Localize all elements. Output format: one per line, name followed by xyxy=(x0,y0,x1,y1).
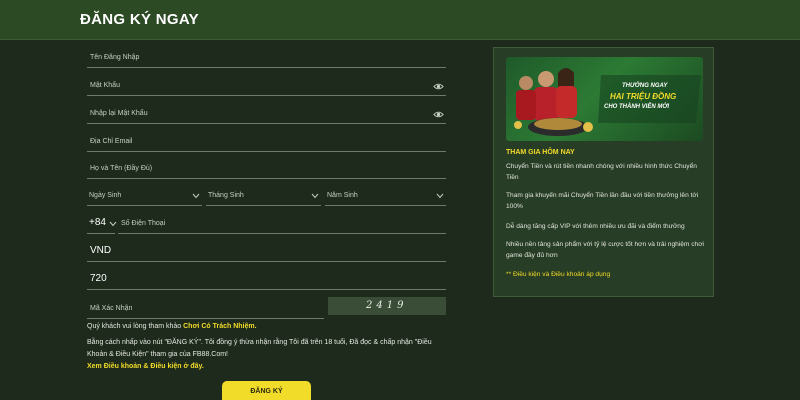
eye-icon[interactable] xyxy=(433,81,444,92)
country-code: +84 xyxy=(89,217,106,228)
chevron-down-icon xyxy=(192,193,200,199)
captcha-image: 2419 xyxy=(328,297,446,315)
terms-text-line1: Bằng cách nhấp vào nút "ĐĂNG KÝ". Tôi đồ… xyxy=(87,339,432,346)
birth-year-select[interactable]: Năm Sinh xyxy=(325,184,446,206)
confirm-password-placeholder: Nhập lại Mật Khẩu xyxy=(90,110,148,117)
email-input[interactable]: Địa Chỉ Email xyxy=(87,130,446,152)
birth-month-select[interactable]: Tháng Sinh xyxy=(206,184,321,206)
terms-note: Bằng cách nhấp vào nút "ĐĂNG KÝ". Tôi đồ… xyxy=(87,337,457,373)
banner-line1: THƯỞNG NGAY xyxy=(622,83,668,89)
currency-field[interactable]: VND xyxy=(87,240,446,262)
terms-text-line2: Khoản & Điều Kiện" tham gia của FB88.Com… xyxy=(87,351,229,358)
username-placeholder: Tên Đăng Nhập xyxy=(90,54,140,61)
password-input[interactable]: Mật Khẩu xyxy=(87,74,446,96)
code-field[interactable]: 720 xyxy=(87,268,446,290)
code-value: 720 xyxy=(90,273,107,284)
confirm-password-input[interactable]: Nhập lại Mật Khẩu xyxy=(87,102,446,124)
captcha-code: 2419 xyxy=(366,300,408,311)
page-title: ĐĂNG KÝ NGAY xyxy=(80,11,199,28)
birth-day-placeholder: Ngày Sinh xyxy=(89,192,122,199)
header-bar: ĐĂNG KÝ NGAY xyxy=(0,0,800,40)
terms-link[interactable]: Xem Điều khoản & Điều kiện ở đây. xyxy=(87,361,457,373)
promo-point-4: Nhiều nền tảng sản phẩm với tỷ lệ cược t… xyxy=(506,241,705,259)
email-placeholder: Địa Chỉ Email xyxy=(90,138,133,145)
responsible-note-text: Quý khách vui lòng tham khảo xyxy=(87,323,182,330)
promo-title: THAM GIA HÔM NAY xyxy=(506,149,575,156)
chevron-down-icon xyxy=(436,193,444,199)
password-placeholder: Mật Khẩu xyxy=(90,82,120,89)
fullname-placeholder: Họ và Tên (Đầy Đủ) xyxy=(90,165,153,172)
currency-value: VND xyxy=(90,245,112,256)
chevron-down-icon xyxy=(109,221,117,227)
promo-point-2: Tham gia khuyến mãi Chuyển Tiền lần đầu … xyxy=(506,192,699,210)
promo-panel: THƯỞNG NGAY HAI TRIỆU ĐỒNG CHO THÀNH VIÊ… xyxy=(493,47,714,297)
eye-icon[interactable] xyxy=(433,109,444,120)
responsible-note: Quý khách vui lòng tham khảo Chơi Có Trá… xyxy=(87,321,257,333)
register-button[interactable]: ĐĂNG KÝ xyxy=(222,381,311,400)
username-input[interactable]: Tên Đăng Nhập xyxy=(87,46,446,68)
country-code-select[interactable]: +84 xyxy=(87,212,117,234)
banner-line3: CHO THÀNH VIÊN MỚI xyxy=(604,104,670,110)
birth-year-placeholder: Năm Sinh xyxy=(327,192,358,199)
promo-point-1: Chuyển Tiền và rút tiền nhanh chóng với … xyxy=(506,163,697,181)
phone-placeholder: Số Điện Thoại xyxy=(121,220,166,227)
fullname-input[interactable]: Họ và Tên (Đầy Đủ) xyxy=(87,157,446,179)
phone-input[interactable]: Số Điện Thoại xyxy=(118,212,446,234)
chevron-down-icon xyxy=(311,193,319,199)
captcha-placeholder: Mã Xác Nhận xyxy=(90,305,133,312)
promo-banner: THƯỞNG NGAY HAI TRIỆU ĐỒNG CHO THÀNH VIÊ… xyxy=(506,57,703,141)
birth-day-select[interactable]: Ngày Sinh xyxy=(87,184,202,206)
banner-line2: HAI TRIỆU ĐỒNG xyxy=(610,92,677,101)
promo-footnote: ** Điều kiện và Điều khoản áp dụng xyxy=(506,271,611,278)
responsible-gaming-link[interactable]: Chơi Có Trách Nhiệm. xyxy=(183,323,256,330)
promo-point-3: Dễ dàng tăng cấp VIP với thêm nhiều ưu đ… xyxy=(506,223,685,230)
captcha-input[interactable]: Mã Xác Nhận xyxy=(87,297,324,319)
birth-month-placeholder: Tháng Sinh xyxy=(208,192,244,199)
